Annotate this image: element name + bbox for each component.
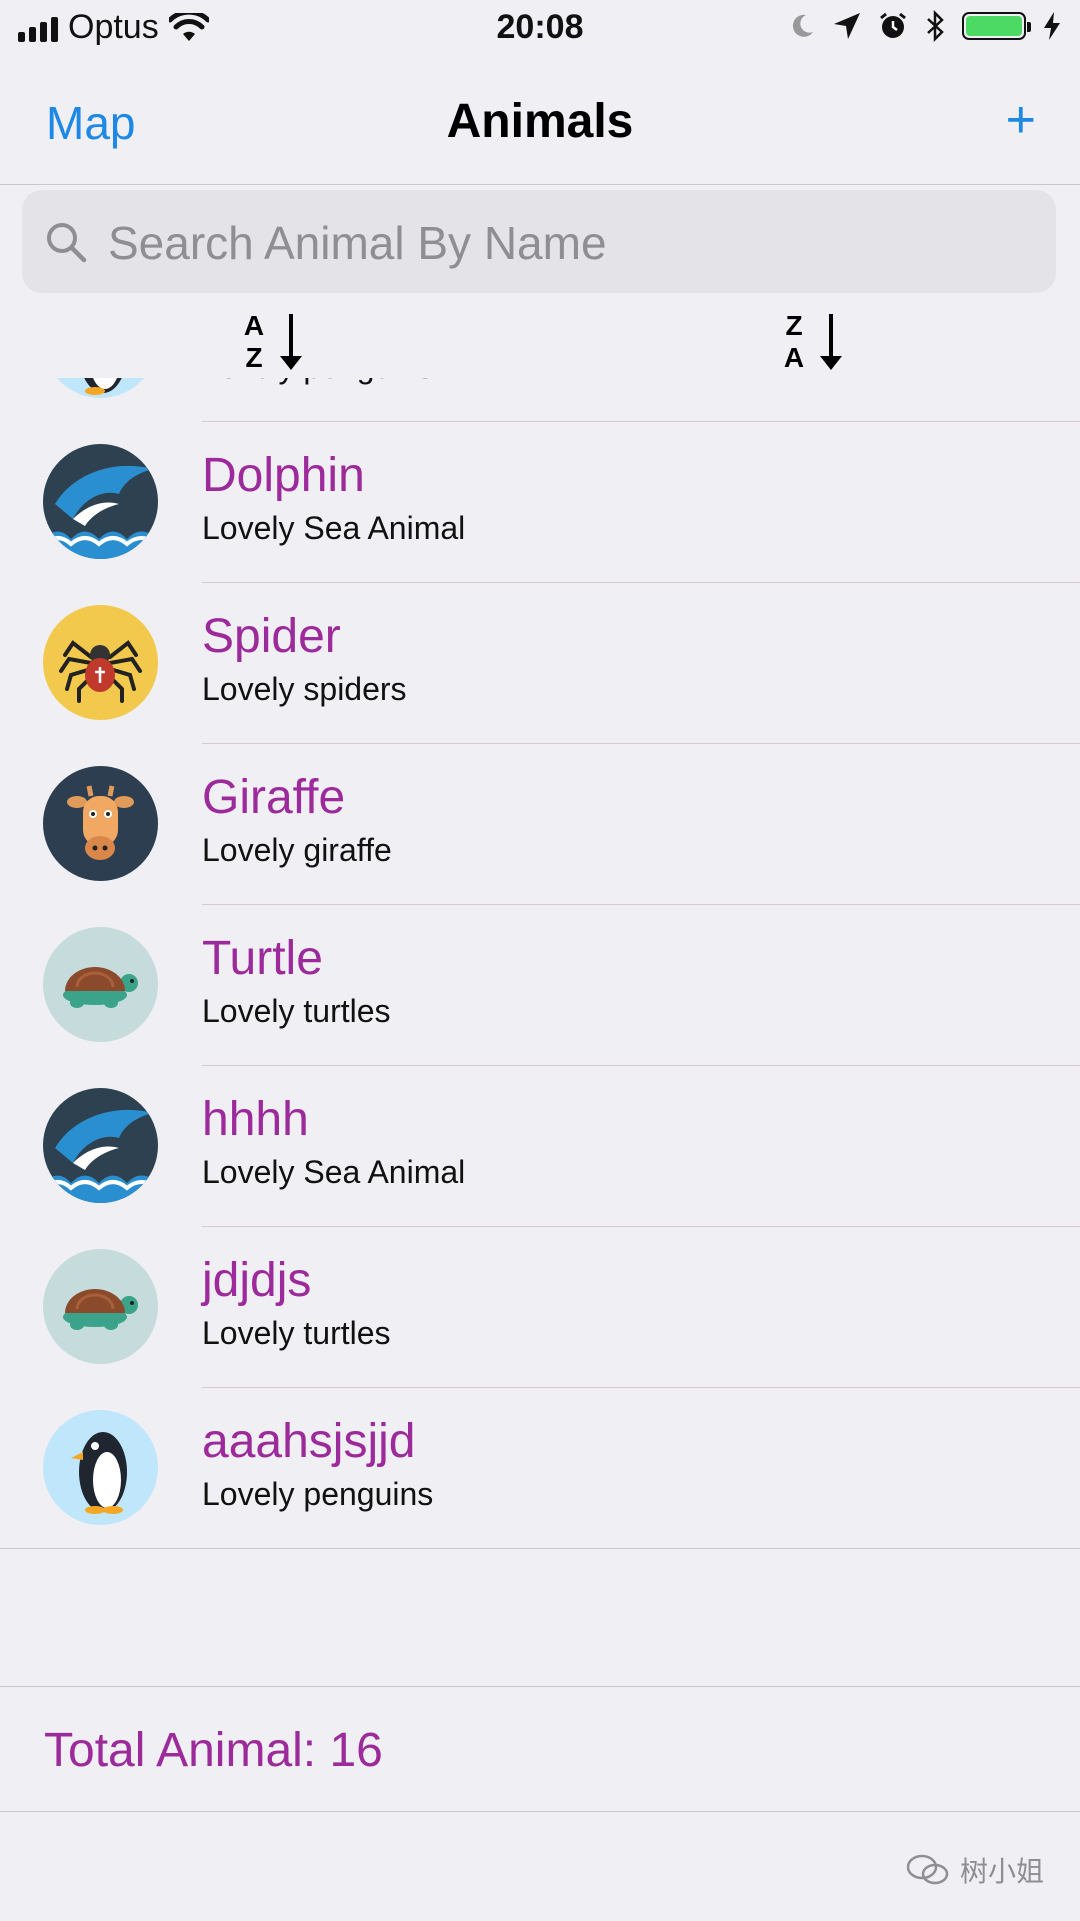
penguin-icon [43, 378, 158, 398]
list-item[interactable]: Spider Lovely spiders [0, 583, 1080, 744]
charging-bolt-icon [1044, 12, 1060, 40]
arrow-down-icon [820, 314, 842, 370]
animal-name: Turtle [202, 932, 323, 985]
list-item[interactable]: aaahsjsjjd Lovely penguins [0, 1388, 1080, 1549]
animal-list: Lovely penguins Dolphin Lovely Sea Anima… [0, 378, 1080, 1578]
animal-name: Spider [202, 610, 341, 663]
giraffe-icon [43, 766, 158, 881]
animal-description: Lovely giraffe [202, 832, 392, 868]
total-footer: Total Animal: 16 [0, 1686, 1080, 1812]
dolphin-icon [43, 444, 158, 559]
row-divider [0, 1548, 1080, 1549]
status-bar: Optus 20:08 [0, 0, 1080, 60]
animal-description: Lovely penguins [202, 378, 433, 386]
search-icon [47, 223, 87, 263]
animal-description: Lovely penguins [202, 1476, 434, 1512]
battery-icon [962, 12, 1031, 40]
turtle-icon [43, 927, 158, 1042]
animal-name: Giraffe [202, 771, 346, 824]
list-item[interactable]: hhhh Lovely Sea Animal [0, 1066, 1080, 1227]
alarm-icon [880, 12, 906, 38]
navigation-bar: Map Animals + [0, 60, 1080, 185]
penguin-icon [43, 1410, 158, 1525]
animal-description: Lovely turtles [202, 993, 391, 1029]
animal-name: Dolphin [202, 449, 365, 502]
animal-description: Lovely spiders [202, 671, 407, 707]
add-animal-button[interactable]: + [1006, 90, 1036, 150]
search-input[interactable] [106, 190, 1036, 295]
turtle-icon [43, 1249, 158, 1364]
animal-name: aaahsjsjjd [202, 1415, 416, 1468]
spider-icon [43, 605, 158, 720]
animal-description: Lovely Sea Animal [202, 510, 466, 546]
dolphin-icon [43, 1088, 158, 1203]
sort-z-to-a-button[interactable]: Z A [780, 308, 860, 378]
list-item[interactable]: jdjdjs Lovely turtles [0, 1227, 1080, 1388]
status-right [788, 10, 1062, 42]
list-item[interactable]: Giraffe Lovely giraffe [0, 744, 1080, 905]
list-item[interactable]: Lovely penguins [0, 378, 1080, 422]
animal-description: Lovely turtles [202, 1315, 391, 1351]
animal-name: jdjdjs [202, 1254, 312, 1307]
arrow-down-icon [280, 314, 302, 370]
page-title: Animals [446, 95, 634, 148]
list-item[interactable]: Turtle Lovely turtles [0, 905, 1080, 1066]
sort-a-to-z-button[interactable]: A Z [240, 308, 320, 378]
list-item[interactable]: Dolphin Lovely Sea Animal [0, 422, 1080, 583]
sort-z-to-a-letters: Z A [783, 310, 805, 373]
bluetooth-icon [927, 10, 944, 42]
watermark: 树小姐 [906, 1850, 1044, 1890]
wechat-icon [906, 1854, 949, 1885]
animal-name: hhhh [202, 1093, 309, 1146]
sort-a-to-z-letters: A Z [243, 310, 265, 373]
location-arrow-icon [834, 13, 860, 39]
total-animal-count: Total Animal: 16 [44, 1724, 383, 1777]
search-bar[interactable] [22, 190, 1056, 295]
animal-description: Lovely Sea Animal [202, 1154, 466, 1190]
moon-icon [792, 14, 813, 37]
watermark-text: 树小姐 [959, 1856, 1044, 1887]
